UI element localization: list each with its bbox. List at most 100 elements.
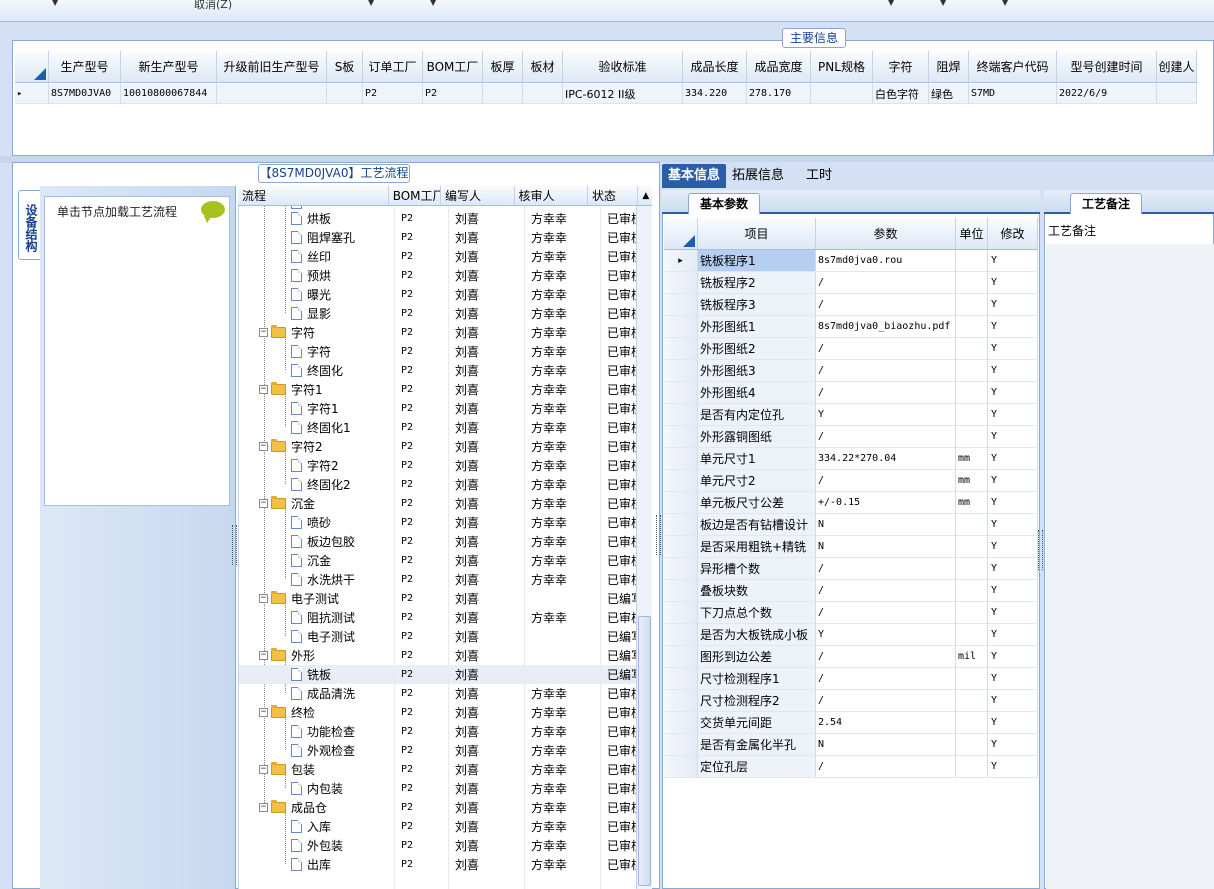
param-row[interactable]: 板边是否有钻槽设计 N Y [664,514,1038,536]
flow-bom-cell[interactable]: P2 [401,684,449,703]
param-row[interactable]: 是否有金属化半孔 N Y [664,734,1038,756]
param-item-cell[interactable]: 叠板块数 [698,580,816,601]
row-indicator[interactable] [664,272,698,293]
flow-reviewer-cell[interactable] [531,665,601,684]
flow-status-cell[interactable]: 已审核 [607,722,636,741]
param-modify-cell[interactable]: Y [988,294,1038,315]
param-value-cell[interactable]: N [816,536,956,557]
flow-name-cell[interactable]: 沉金 [291,551,395,570]
param-row[interactable]: ▸ 铣板程序1 8s7md0jva0.rou Y [664,250,1038,272]
flow-reviewer-cell[interactable]: 方幸幸 [531,779,601,798]
flow-writer-cell[interactable]: 刘喜 [455,627,525,646]
flow-name-cell[interactable]: 成品清洗 [291,684,395,703]
collapse-toggle-icon[interactable]: − [259,385,268,394]
param-item-cell[interactable]: 是否有内定位孔 [698,404,816,425]
tab-0[interactable]: 基本信息 [662,164,727,188]
flow-reviewer-cell[interactable]: 方幸幸 [531,608,601,627]
param-modify-cell[interactable]: Y [988,316,1038,337]
row-indicator[interactable] [664,338,698,359]
column-header[interactable]: 编写人 [441,186,515,205]
flow-name-cell[interactable]: − 字符2 [259,437,395,456]
flow-reviewer-cell[interactable]: 方幸幸 [531,760,601,779]
column-header[interactable]: 状态 [588,186,639,205]
param-row[interactable]: 是否有内定位孔 Y Y [664,404,1038,426]
flow-bom-cell[interactable]: P2 [401,760,449,779]
flow-status-cell[interactable]: 已编写 [607,627,636,646]
row-indicator[interactable] [664,668,698,689]
flow-writer-cell[interactable]: 刘喜 [455,551,525,570]
param-row[interactable]: 铣板程序2/ Y [664,272,1038,294]
column-header[interactable]: 修改 [988,218,1038,249]
flow-name-cell[interactable]: 字符 [291,342,395,361]
param-modify-cell[interactable]: Y [988,558,1038,579]
param-value-cell[interactable]: / [816,602,956,623]
flow-reviewer-cell[interactable]: 方幸幸 [531,570,601,589]
row-indicator[interactable] [664,316,698,337]
flow-status-cell[interactable]: 已审核 [607,779,636,798]
param-modify-cell[interactable]: Y [988,690,1038,711]
param-value-cell[interactable]: / [816,382,956,403]
flow-writer-cell[interactable]: 刘喜 [455,779,525,798]
device-structure-tab[interactable]: 设备结构 [18,190,40,260]
param-modify-cell[interactable]: Y [988,272,1038,293]
flow-writer-cell[interactable]: 刘喜 [455,836,525,855]
flow-reviewer-cell[interactable]: 方幸幸 [531,342,601,361]
param-value-cell[interactable]: / [816,272,956,293]
param-row[interactable]: 单元尺寸2/mm Y [664,470,1038,492]
tab-1[interactable]: 拓展信息 [726,164,790,188]
param-row[interactable]: 外形图纸3/ Y [664,360,1038,382]
param-modify-cell[interactable]: Y [988,360,1038,381]
flow-status-cell[interactable]: 已审核 [607,380,636,399]
flow-status-cell[interactable]: 已审核 [607,247,636,266]
table-cell[interactable]: 2022/6/9 [1057,84,1157,103]
flow-status-cell[interactable]: 已审核 [607,798,636,817]
row-indicator[interactable] [664,624,698,645]
param-modify-cell[interactable]: Y [988,756,1038,777]
row-indicator[interactable] [664,492,698,513]
flow-writer-cell[interactable]: 刘喜 [455,722,525,741]
table-cell[interactable]: 10010800067844 [121,84,217,103]
flow-name-cell[interactable]: 烘板 [291,209,395,228]
param-item-cell[interactable]: 是否有金属化半孔 [698,734,816,755]
flow-name-cell[interactable]: − 电子测试 [259,589,395,608]
param-unit-cell[interactable]: mm [956,470,988,491]
flow-bom-cell[interactable]: P2 [401,836,449,855]
flow-name-cell[interactable]: 外观检查 [291,741,395,760]
flow-writer-cell[interactable]: 刘喜 [455,209,525,228]
flow-name-cell[interactable]: 阻焊塞孔 [291,228,395,247]
flow-status-cell[interactable]: 已审核 [607,855,636,874]
flow-writer-cell[interactable]: 刘喜 [455,304,525,323]
param-value-cell[interactable]: 2.54 [816,712,956,733]
param-unit-cell[interactable] [956,404,988,425]
tree-row[interactable]: 喷砂 P2 刘喜方幸幸已审核 [239,513,636,532]
tab-2[interactable]: 工时 [800,164,838,188]
row-indicator[interactable] [664,646,698,667]
row-indicator[interactable] [664,602,698,623]
flow-writer-cell[interactable]: 刘喜 [455,741,525,760]
tree-row[interactable]: 显影 P2 刘喜方幸幸已审核 [239,304,636,323]
tree-row[interactable]: − 字符2 P2 刘喜方幸幸已审核 [239,437,636,456]
param-modify-cell[interactable]: Y [988,382,1038,403]
table-cell[interactable]: IPC-6012 II级 [563,84,683,103]
param-unit-cell[interactable] [956,756,988,777]
column-header[interactable]: 板厚 [483,51,523,82]
panel-resize-handle[interactable] [656,515,661,555]
tree-row[interactable]: 丝印 P2 刘喜方幸幸已审核 [239,247,636,266]
flow-name-cell[interactable]: 字符2 [291,456,395,475]
flow-bom-cell[interactable]: P2 [401,304,449,323]
param-modify-cell[interactable]: Y [988,492,1038,513]
collapse-toggle-icon[interactable]: − [259,803,268,812]
flow-bom-cell[interactable]: P2 [401,703,449,722]
param-value-cell[interactable]: / [816,338,956,359]
flow-name-cell[interactable]: 功能检查 [291,722,395,741]
flow-reviewer-cell[interactable]: 方幸幸 [531,722,601,741]
param-modify-cell[interactable]: Y [988,668,1038,689]
flow-status-cell[interactable]: 已编写 [607,646,636,665]
tree-row[interactable]: − 字符1 P2 刘喜方幸幸已审核 [239,380,636,399]
param-row[interactable]: 下刀点总个数 / Y [664,602,1038,624]
tree-row[interactable]: 阻抗测试 P2 刘喜方幸幸已审核 [239,608,636,627]
tree-row[interactable]: 终固化2 P2 刘喜方幸幸已审核 [239,475,636,494]
table-cell[interactable] [217,84,327,103]
flow-status-cell[interactable]: 已审核 [607,703,636,722]
param-modify-cell[interactable]: Y [988,470,1038,491]
